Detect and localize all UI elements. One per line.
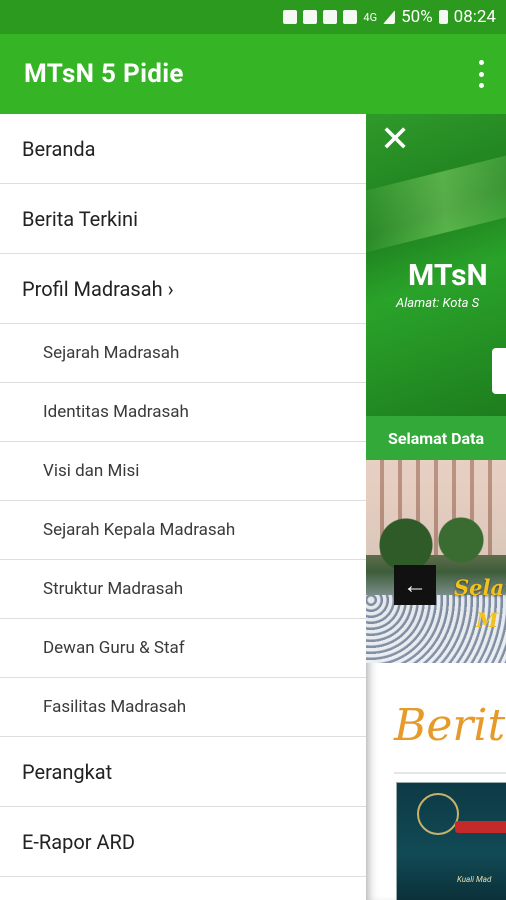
- sim-icon: [323, 10, 338, 24]
- drawer-item-e-rapor[interactable]: E-Rapor ARD: [0, 807, 366, 877]
- welcome-marquee: Selamat Data: [366, 416, 506, 460]
- battery-percent: 50%: [401, 7, 433, 27]
- cellular-signal-icon: [383, 10, 396, 24]
- close-icon[interactable]: ✕: [380, 121, 410, 157]
- news-heading: Berita: [394, 700, 506, 751]
- slider-caption: Selam: [454, 575, 506, 600]
- alarm-lock-icon: [283, 10, 298, 24]
- webview-content[interactable]: ✕ MTsN Alamat: Kota S Selamat Data Sela m…: [366, 114, 506, 900]
- hero-title: MTsN: [408, 258, 488, 293]
- hero-button[interactable]: [492, 348, 506, 394]
- slider-prev-button[interactable]: ←: [394, 565, 436, 605]
- battery-icon: [438, 10, 448, 24]
- drawer-subitem-visi-misi[interactable]: Visi dan Misi: [0, 442, 366, 501]
- mosque-ornament-icon: [417, 793, 459, 835]
- drawer-item-profil-madrasah[interactable]: Profil Madrasah ›: [0, 254, 366, 324]
- drawer-subitem-fasilitas[interactable]: Fasilitas Madrasah: [0, 678, 366, 737]
- hero-address: Alamat: Kota S: [396, 296, 480, 311]
- navigation-drawer: Beranda Berita Terkini Profil Madrasah ›…: [0, 114, 366, 900]
- image-slider[interactable]: Selam M ←: [366, 460, 506, 663]
- slider-caption-2: M: [476, 608, 499, 632]
- trees-image: [366, 515, 506, 575]
- signal-box-icon: [343, 10, 358, 24]
- drawer-item-berita-terkini[interactable]: Berita Terkini: [0, 184, 366, 254]
- drawer-subitem-struktur[interactable]: Struktur Madrasah: [0, 560, 366, 619]
- hero-header: ✕ MTsN Alamat: Kota S: [366, 114, 506, 416]
- app-bar: MTsN 5 Pidie: [0, 34, 506, 114]
- drawer-subitem-sejarah-kepala[interactable]: Sejarah Kepala Madrasah: [0, 501, 366, 560]
- drawer-item-perangkat[interactable]: Perangkat: [0, 737, 366, 807]
- drawer-item-beranda[interactable]: Beranda: [0, 114, 366, 184]
- news-divider: [394, 772, 506, 774]
- thumbnail-banner: [455, 821, 506, 833]
- drawer-subitem-dewan-guru[interactable]: Dewan Guru & Staf: [0, 619, 366, 678]
- drawer-subitem-sejarah-madrasah[interactable]: Sejarah Madrasah: [0, 324, 366, 383]
- app-title: MTsN 5 Pidie: [24, 59, 184, 89]
- alarm-clock-icon: [303, 10, 318, 24]
- thumbnail-caption: Kuali Mad: [457, 875, 492, 884]
- drawer-subitem-identitas-madrasah[interactable]: Identitas Madrasah: [0, 383, 366, 442]
- network-type: 4G: [363, 10, 378, 24]
- overflow-menu-icon[interactable]: [478, 60, 484, 88]
- clock-time: 08:24: [453, 7, 496, 27]
- news-thumbnail[interactable]: Kuali Mad: [396, 782, 506, 900]
- status-bar: 4G 50% 08:24: [0, 0, 506, 34]
